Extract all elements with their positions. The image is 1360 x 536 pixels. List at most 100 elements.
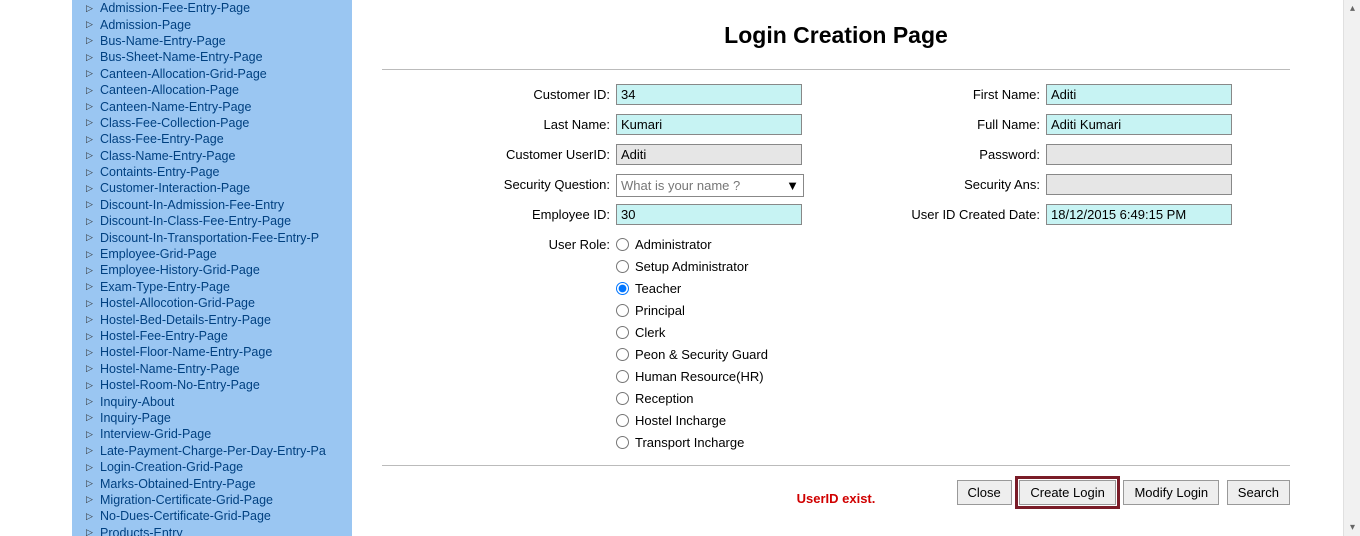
sidebar-item[interactable]: ▷Class-Name-Entry-Page [72,148,352,164]
sidebar-item[interactable]: ▷Products-Entry [72,525,352,536]
radio-input[interactable] [616,436,629,449]
sidebar-item[interactable]: ▷Admission-Fee-Entry-Page [72,0,352,16]
triangle-right-icon: ▷ [86,380,98,391]
first-name-field[interactable] [1046,84,1232,105]
sidebar-item-label: Hostel-Room-No-Entry-Page [98,378,260,392]
label-user-role: User Role: [386,234,616,252]
last-name-field[interactable] [616,114,802,135]
full-name-field[interactable] [1046,114,1232,135]
sidebar-item-label: Discount-In-Admission-Fee-Entry [98,198,284,212]
sidebar-item-label: Discount-In-Transportation-Fee-Entry-P [98,231,319,245]
triangle-right-icon: ▷ [86,412,98,423]
sidebar-item[interactable]: ▷Discount-In-Class-Fee-Entry-Page [72,213,352,229]
sidebar-item-label: No-Dues-Certificate-Grid-Page [98,509,271,523]
sidebar-item-label: Canteen-Allocation-Page [98,83,239,97]
sidebar-item[interactable]: ▷Late-Payment-Charge-Per-Day-Entry-Pa [72,443,352,459]
sidebar-item[interactable]: ▷Canteen-Allocation-Grid-Page [72,66,352,82]
security-ans-field[interactable] [1046,174,1232,195]
user-role-option[interactable]: Peon & Security Guard [616,347,816,362]
radio-label: Principal [635,303,685,318]
triangle-right-icon: ▷ [86,363,98,374]
label-security-question: Security Question: [386,174,616,192]
scroll-down-icon[interactable]: ▾ [1344,519,1360,536]
security-question-select[interactable]: What is your name ? ▼ [616,174,804,197]
triangle-right-icon: ▷ [86,331,98,342]
sidebar-item-label: Employee-History-Grid-Page [98,263,260,277]
modify-login-button[interactable]: Modify Login [1123,480,1219,505]
sidebar-item[interactable]: ▷Admission-Page [72,16,352,32]
triangle-right-icon: ▷ [86,216,98,227]
sidebar-item[interactable]: ▷Customer-Interaction-Page [72,180,352,196]
sidebar-item[interactable]: ▷Class-Fee-Entry-Page [72,131,352,147]
sidebar-item-label: Employee-Grid-Page [98,247,217,261]
sidebar-item[interactable]: ▷Hostel-Allocotion-Grid-Page [72,295,352,311]
radio-input[interactable] [616,348,629,361]
sidebar-item-label: Canteen-Name-Entry-Page [98,100,251,114]
sidebar-item[interactable]: ▷Exam-Type-Entry-Page [72,279,352,295]
sidebar-item[interactable]: ▷Hostel-Bed-Details-Entry-Page [72,311,352,327]
triangle-right-icon: ▷ [86,462,98,473]
radio-input[interactable] [616,304,629,317]
sidebar-item[interactable]: ▷Discount-In-Admission-Fee-Entry [72,197,352,213]
sidebar: ▷Admission-Fee-Entry-Page▷Admission-Page… [0,0,352,536]
sidebar-item[interactable]: ▷Inquiry-Page [72,410,352,426]
sidebar-item[interactable]: ▷Inquiry-About [72,393,352,409]
sidebar-item[interactable]: ▷Class-Fee-Collection-Page [72,115,352,131]
sidebar-item[interactable]: ▷Bus-Name-Entry-Page [72,33,352,49]
radio-input[interactable] [616,282,629,295]
sidebar-item[interactable]: ▷Containts-Entry-Page [72,164,352,180]
sidebar-item-label: Hostel-Floor-Name-Entry-Page [98,345,272,359]
user-role-option[interactable]: Hostel Incharge [616,413,816,428]
sidebar-item[interactable]: ▷Bus-Sheet-Name-Entry-Page [72,49,352,65]
sidebar-item[interactable]: ▷Hostel-Floor-Name-Entry-Page [72,344,352,360]
scroll-up-icon[interactable]: ▴ [1344,0,1360,17]
user-role-option[interactable]: Human Resource(HR) [616,369,816,384]
sidebar-item[interactable]: ▷Canteen-Allocation-Page [72,82,352,98]
triangle-right-icon: ▷ [86,68,98,79]
sidebar-item[interactable]: ▷Employee-Grid-Page [72,246,352,262]
user-role-option[interactable]: Reception [616,391,816,406]
sidebar-item[interactable]: ▷Login-Creation-Grid-Page [72,459,352,475]
radio-input[interactable] [616,238,629,251]
vertical-scrollbar[interactable]: ▴ ▾ [1343,0,1360,536]
user-role-option[interactable]: Clerk [616,325,816,340]
sidebar-item[interactable]: ▷Hostel-Fee-Entry-Page [72,328,352,344]
customer-id-field[interactable] [616,84,802,105]
radio-input[interactable] [616,414,629,427]
user-role-option[interactable]: Teacher [616,281,816,296]
sidebar-item[interactable]: ▷Interview-Grid-Page [72,426,352,442]
sidebar-item-label: Interview-Grid-Page [98,427,211,441]
user-role-option[interactable]: Administrator [616,237,816,252]
search-button[interactable]: Search [1227,480,1290,505]
radio-input[interactable] [616,260,629,273]
sidebar-item-label: Migration-Certificate-Grid-Page [98,493,273,507]
user-role-option[interactable]: Transport Incharge [616,435,816,450]
triangle-right-icon: ▷ [86,396,98,407]
sidebar-item-label: Admission-Page [98,18,191,32]
sidebar-item-label: Class-Name-Entry-Page [98,149,235,163]
sidebar-item[interactable]: ▷Hostel-Name-Entry-Page [72,361,352,377]
sidebar-item[interactable]: ▷Canteen-Name-Entry-Page [72,98,352,114]
sidebar-item[interactable]: ▷Hostel-Room-No-Entry-Page [72,377,352,393]
sidebar-item-label: Discount-In-Class-Fee-Entry-Page [98,214,291,228]
triangle-right-icon: ▷ [86,150,98,161]
radio-label: Clerk [635,325,665,340]
label-last-name: Last Name: [386,114,616,132]
radio-input[interactable] [616,392,629,405]
sidebar-item[interactable]: ▷Employee-History-Grid-Page [72,262,352,278]
chevron-down-icon: ▼ [786,178,799,193]
password-field[interactable] [1046,144,1232,165]
sidebar-item[interactable]: ▷Marks-Obtained-Entry-Page [72,475,352,491]
user-role-option[interactable]: Setup Administrator [616,259,816,274]
employee-id-field[interactable] [616,204,802,225]
sidebar-item[interactable]: ▷No-Dues-Certificate-Grid-Page [72,508,352,524]
sidebar-item[interactable]: ▷Discount-In-Transportation-Fee-Entry-P [72,229,352,245]
radio-input[interactable] [616,326,629,339]
sidebar-item-label: Late-Payment-Charge-Per-Day-Entry-Pa [98,444,326,458]
create-login-button[interactable]: Create Login [1019,480,1115,505]
triangle-right-icon: ▷ [86,249,98,260]
sidebar-item[interactable]: ▷Migration-Certificate-Grid-Page [72,492,352,508]
user-role-option[interactable]: Principal [616,303,816,318]
radio-input[interactable] [616,370,629,383]
close-button[interactable]: Close [957,480,1012,505]
